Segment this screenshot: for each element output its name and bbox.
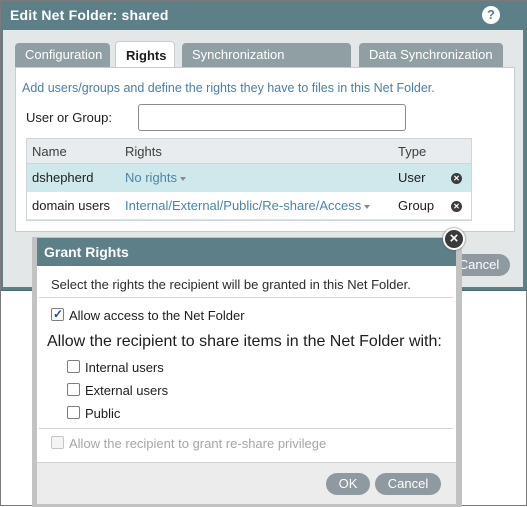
user-or-group-label: User or Group: — [26, 110, 112, 125]
tab-configuration[interactable]: Configuration — [15, 43, 110, 67]
row-type: User — [398, 170, 426, 185]
tab-data-synchronization[interactable]: Data Synchronization — [359, 43, 503, 67]
table-row[interactable]: domain users Internal/External/Public/Re… — [27, 192, 471, 220]
dialog-title: Grant Rights — [44, 244, 129, 260]
share-heading: Allow the recipient to share items in th… — [47, 333, 442, 350]
cancel-button[interactable]: Cancel — [375, 473, 441, 495]
public-checkbox[interactable] — [67, 406, 80, 419]
dialog-intro-text: Select the rights the recipient will be … — [51, 277, 411, 292]
user-or-group-input[interactable] — [138, 104, 406, 131]
close-icon[interactable]: × — [443, 228, 465, 250]
rights-dropdown-label: Internal/External/Public/Re-share/Access — [125, 198, 362, 213]
remove-icon[interactable]: ✕ — [451, 173, 462, 184]
rights-table: Name Rights Type dshepherd No rights Use… — [26, 138, 472, 221]
public-label: Public — [85, 406, 121, 421]
allow-access-checkbox[interactable] — [51, 307, 64, 321]
tab-rights[interactable]: Rights — [115, 41, 175, 68]
external-users-label: External users — [85, 383, 169, 398]
row-name: domain users — [32, 198, 111, 213]
rights-dropdown[interactable]: Internal/External/Public/Re-share/Access — [125, 192, 371, 220]
window-title: Edit Net Folder: shared — [10, 7, 169, 23]
divider — [39, 297, 453, 298]
help-icon[interactable]: ? — [482, 6, 500, 24]
column-header-rights: Rights — [125, 144, 162, 159]
screen: Edit Net Folder: shared ? Configuration … — [0, 0, 527, 507]
reshare-label: Allow the recipient to grant re-share pr… — [69, 436, 327, 451]
tab-synchronization-schedule[interactable]: Synchronization Schedule — [182, 43, 351, 86]
rights-intro-text: Add users/groups and define the rights t… — [22, 81, 435, 95]
divider — [39, 428, 453, 429]
internal-users-checkbox[interactable] — [67, 360, 80, 373]
ok-button[interactable]: OK — [326, 473, 370, 495]
table-header: Name Rights Type — [27, 139, 471, 164]
chevron-down-icon — [364, 204, 371, 209]
allow-access-label: Allow access to the Net Folder — [69, 308, 245, 323]
remove-icon[interactable]: ✕ — [451, 201, 462, 212]
column-header-type: Type — [398, 144, 427, 159]
column-header-name: Name — [32, 144, 67, 159]
internal-users-label: Internal users — [85, 360, 164, 375]
table-row[interactable]: dshepherd No rights User ✕ — [27, 164, 471, 192]
external-users-checkbox[interactable] — [67, 383, 80, 396]
row-type: Group — [398, 198, 435, 213]
rights-dropdown-label: No rights — [125, 170, 178, 185]
rights-dropdown[interactable]: No rights — [125, 164, 187, 192]
reshare-checkbox — [51, 436, 64, 449]
row-name: dshepherd — [32, 170, 94, 185]
chevron-down-icon — [180, 176, 187, 181]
